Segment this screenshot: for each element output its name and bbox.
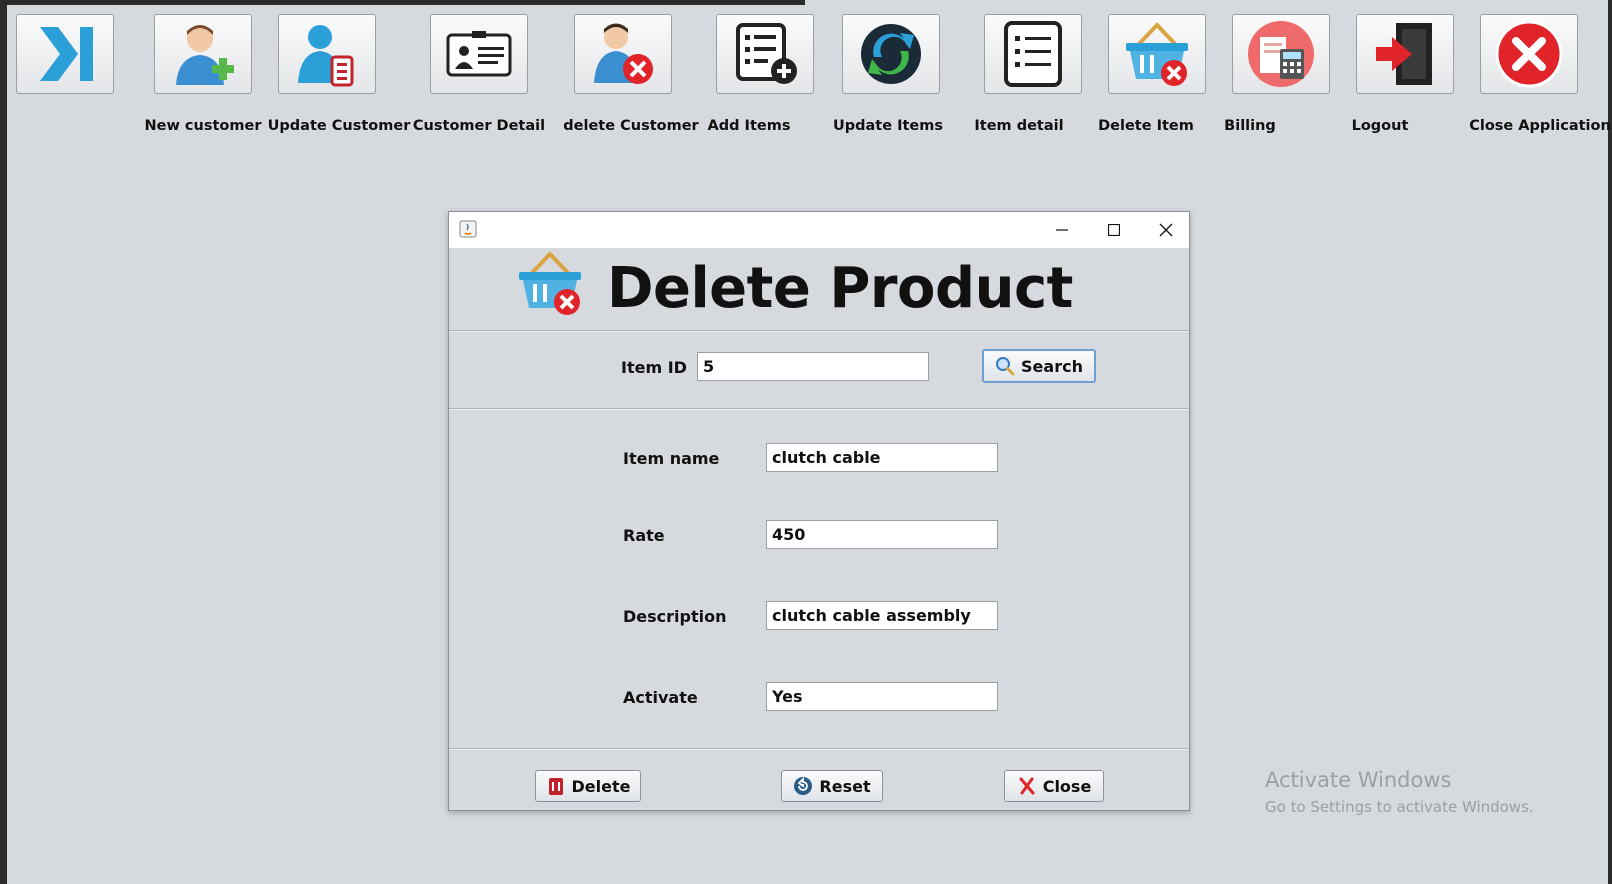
edit-user-icon — [298, 25, 354, 87]
toolbar-label-customer-detail: Customer Detail — [412, 118, 546, 134]
activate-windows-watermark: Activate Windows Go to Settings to activ… — [1265, 768, 1534, 816]
window-close-button[interactable] — [1141, 212, 1191, 248]
update-items-button[interactable] — [842, 14, 940, 94]
item-id-label: Item ID — [621, 358, 687, 377]
toolbar-label-update-items: Update Items — [832, 118, 944, 134]
toolbar-label-new-customer: New customer — [144, 118, 262, 134]
search-button-label: Search — [1021, 356, 1083, 376]
divider — [449, 330, 1189, 332]
watermark-line2: Go to Settings to activate Windows. — [1265, 798, 1534, 816]
screen-edge-left — [0, 0, 7, 884]
minimize-button[interactable] — [1037, 212, 1087, 248]
list-icon — [1004, 21, 1062, 87]
close-button[interactable]: Close — [1004, 770, 1104, 802]
minimize-icon — [1056, 229, 1068, 231]
collapse-menu-button[interactable] — [16, 14, 114, 94]
close-button-label: Close — [1042, 776, 1092, 796]
close-circle-icon — [1495, 20, 1563, 88]
toolbar-label-billing: Billing — [1224, 118, 1276, 134]
delete-product-dialog: Delete Product Item ID 5 Search Item nam… — [448, 211, 1190, 811]
red-x-icon — [1019, 777, 1035, 795]
reset-button[interactable]: Reset — [781, 770, 883, 802]
delete-button-label: Delete — [571, 776, 631, 796]
delete-button[interactable]: Delete — [535, 770, 641, 802]
search-button[interactable]: Search — [982, 349, 1096, 383]
item-detail-button[interactable] — [984, 14, 1082, 94]
description-label: Description — [623, 607, 727, 626]
java-app-icon — [459, 220, 477, 238]
watermark-line1: Activate Windows — [1265, 768, 1452, 792]
rate-label: Rate — [623, 526, 665, 545]
dialog-titlebar[interactable] — [449, 212, 1189, 248]
description-field[interactable]: clutch cable assembly — [766, 601, 998, 630]
maximize-button[interactable] — [1089, 212, 1139, 248]
customer-detail-button[interactable] — [430, 14, 528, 94]
id-card-icon — [446, 31, 512, 77]
logout-door-icon — [1376, 23, 1432, 85]
divider — [449, 408, 1189, 410]
add-items-button[interactable] — [716, 14, 814, 94]
dialog-title: Delete Product — [607, 256, 1073, 321]
billing-button[interactable] — [1232, 14, 1330, 94]
toolbar-label-delete-customer: delete Customer — [563, 118, 699, 134]
dialog-header: Delete Product — [449, 248, 1189, 330]
divider — [449, 748, 1189, 750]
billing-icon — [1248, 21, 1314, 87]
activate-label: Activate — [623, 688, 698, 707]
reset-button-label: Reset — [819, 776, 871, 796]
item-id-input[interactable]: 5 — [697, 352, 929, 381]
activate-field[interactable]: Yes — [766, 682, 998, 711]
toolbar-label-delete-item: Delete Item — [1098, 118, 1194, 134]
collapse-arrow-icon — [40, 27, 93, 81]
screen-edge-top — [0, 0, 805, 5]
reset-icon — [794, 776, 813, 795]
search-icon — [996, 357, 1015, 376]
toolbar-label-add-items: Add Items — [707, 118, 791, 134]
logout-button[interactable] — [1356, 14, 1454, 94]
basket-delete-icon — [1126, 22, 1188, 86]
close-application-button[interactable] — [1480, 14, 1578, 94]
toolbar-label-close-application: Close Application — [1469, 118, 1611, 134]
add-user-icon — [176, 25, 234, 85]
rate-field[interactable]: 450 — [766, 520, 998, 549]
maximize-icon — [1108, 224, 1120, 236]
toolbar-label-logout: Logout — [1351, 118, 1409, 134]
new-customer-button[interactable] — [154, 14, 252, 94]
delete-item-button[interactable] — [1108, 14, 1206, 94]
basket-delete-icon — [519, 251, 581, 315]
item-name-field[interactable]: clutch cable — [766, 443, 998, 472]
delete-customer-button[interactable] — [574, 14, 672, 94]
trash-icon — [548, 778, 563, 795]
refresh-icon — [861, 24, 921, 84]
close-icon — [1159, 223, 1173, 237]
toolbar-label-update-customer: Update Customer — [267, 118, 411, 134]
update-customer-button[interactable] — [278, 14, 376, 94]
delete-user-icon — [594, 23, 653, 84]
add-list-icon — [736, 23, 797, 84]
item-name-label: Item name — [623, 449, 720, 468]
toolbar-label-item-detail: Item detail — [974, 118, 1064, 134]
